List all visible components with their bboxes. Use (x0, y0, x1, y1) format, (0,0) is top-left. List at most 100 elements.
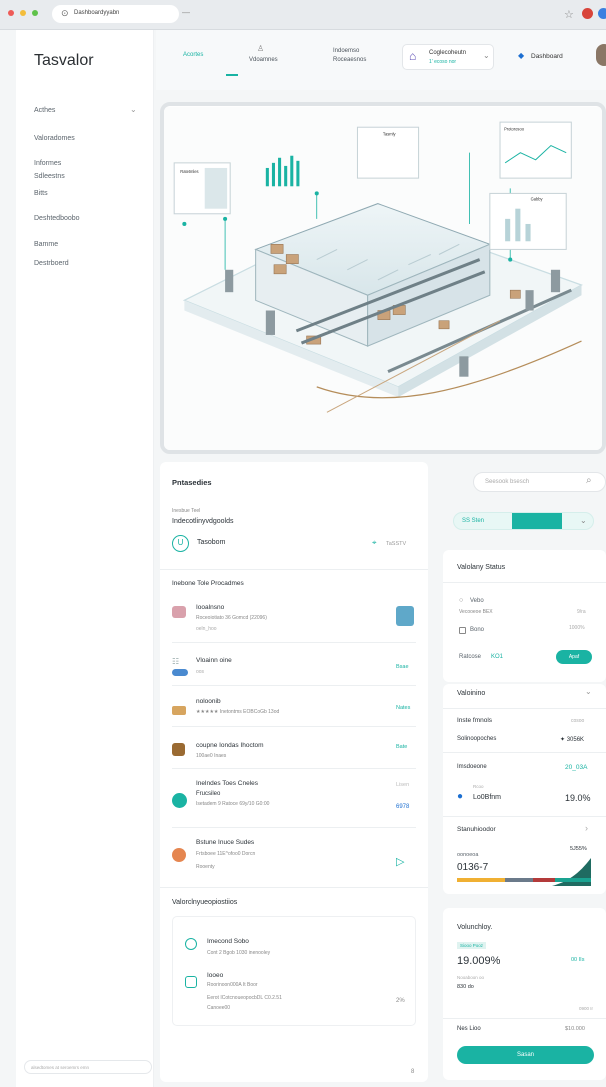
row-title[interactable]: Iooalnsno (196, 604, 224, 611)
meta-1: Nooaboon oo (457, 975, 485, 980)
workspace-title: Coglecoheutn (429, 50, 467, 56)
stats-value: 5J55% (570, 846, 587, 852)
address-bar-text: Dashboardyyabn (74, 10, 120, 16)
profile-icon[interactable] (598, 8, 606, 19)
option-2: Bono (470, 627, 485, 633)
dashboard-button[interactable]: ◆ Dashboard (510, 44, 584, 70)
apply-button[interactable]: Apaf (556, 650, 592, 664)
active-tab-indicator (226, 74, 238, 76)
chevron-down-icon: ⌄ (483, 51, 490, 60)
value-row-label: Inste fmnols (457, 717, 493, 724)
sub-row-line2: Eerot ICotcnoueopocbDL C0.2.51 (207, 995, 282, 1001)
toggle-icon: ☷ (172, 657, 180, 666)
sub-row-value: 2% (396, 998, 405, 1004)
top-navigation: Acortes ♙ Vdoamnes Indoemso Roceaesnos ⌂… (156, 30, 606, 90)
sidebar-item-destrboerd[interactable]: Destrboerd (34, 260, 69, 267)
panel-label-b: Tasmly (383, 131, 397, 136)
address-bar[interactable]: ⊙ Dashboardyyabn (52, 5, 179, 23)
sub-row-title[interactable]: Imecond Sobo (207, 938, 249, 945)
minimize-window-icon[interactable] (20, 10, 26, 16)
bag-icon (172, 743, 185, 756)
chart-icon (185, 976, 197, 988)
box-icon (172, 706, 186, 715)
radio-icon[interactable]: ○ (459, 597, 463, 604)
diamond-icon: ◆ (518, 51, 525, 60)
brand-logo: Tasvalor (34, 52, 94, 69)
meta-2: 830 do (457, 984, 474, 990)
tab-indoemso[interactable]: Indoemso (333, 48, 359, 54)
new-tab[interactable]: — (182, 8, 190, 17)
sidebar-item-sdleestns[interactable]: Sdleestns (34, 173, 65, 180)
row-action-button[interactable] (396, 606, 414, 626)
toggle-switch[interactable] (172, 669, 188, 676)
workspace-icon: ⌂ (409, 49, 417, 63)
sidebar-item-valoradomes[interactable]: Valoradomes (34, 135, 75, 142)
status-select[interactable]: SS Sten ⌄ (453, 512, 594, 530)
panel-title: Pntasedies (172, 478, 212, 487)
maximize-window-icon[interactable] (32, 10, 38, 16)
bookmark-star-icon[interactable]: ☆ (564, 8, 574, 21)
submit-button[interactable]: Sasan (457, 1046, 594, 1064)
row-line1: 100ae0 Inaes (196, 753, 227, 759)
row-line1: Frucsileo (196, 791, 221, 797)
row1-value: 9/ra (577, 609, 586, 615)
chevron-down-icon[interactable]: ⌄ (585, 687, 592, 696)
value-row-label: Imsdoeone (457, 764, 487, 770)
checkbox-icon[interactable] (459, 627, 466, 634)
panel-label-a: Ratetmles (180, 169, 198, 174)
sidebar-item-bitts[interactable]: Bitts (34, 190, 48, 197)
row-line2: Rooenty (196, 864, 215, 870)
row-title[interactable]: noloonib (196, 698, 221, 705)
value-row-value: cosoo (571, 718, 585, 724)
row-action[interactable]: Bate (396, 744, 407, 750)
tab-acortes[interactable]: Acortes (183, 52, 203, 58)
processes-panel: Pntasedies Inesbue Teel Indecotlinyvdgoo… (160, 462, 428, 1082)
panel-label-d: Gabby (531, 197, 544, 202)
sub-row-line1: Roorinoon000A It Boor (207, 982, 258, 988)
chevron-right-icon[interactable]: › (585, 823, 588, 833)
sidebar-item-bamme[interactable]: Bamme (34, 241, 58, 248)
tab-roceaesnos[interactable]: Roceaesnos (333, 57, 366, 63)
extension-icon[interactable] (582, 8, 593, 19)
sidebar-item-acthes[interactable]: Acthes (34, 107, 55, 114)
value-row-value: ✦ 3056K (560, 737, 585, 743)
flower-icon (172, 606, 186, 618)
row-title[interactable]: coupne Iondas Ihoctom (196, 742, 264, 749)
sidebar-item-informes[interactable]: Informes (34, 160, 61, 167)
row-title[interactable]: Inelndes Toes Cneles (196, 780, 258, 787)
values-title: Valoinino (457, 690, 486, 697)
site-info-icon[interactable]: ⊙ (61, 8, 69, 19)
row2-value: 1000% (569, 625, 585, 631)
pin-icon[interactable]: ⌖ (372, 538, 377, 548)
chip-right: TaSSTV (386, 541, 407, 547)
sidebar-footer[interactable]: alsedtomes at seroemrs emn (24, 1060, 152, 1074)
sub-row-line3: Canoee00 (207, 1005, 231, 1011)
stats-sparkline (457, 858, 591, 886)
play-icon[interactable]: ▷ (396, 855, 404, 868)
page-number[interactable]: 8 (411, 1069, 414, 1075)
kpi-code: KO1 (491, 654, 504, 660)
section-title: Valorclnyueopiostiios (172, 899, 238, 906)
sidebar-item-deshtedboobo[interactable]: Deshtedboobo (34, 215, 80, 222)
browser-chrome: ⊙ Dashboardyyabn — ☆ (0, 0, 606, 30)
row-action[interactable]: Bsae (396, 664, 409, 670)
circle-status-icon (172, 793, 187, 808)
volume-big: 19.009% (457, 955, 501, 967)
section-title: Inebone Tole Procadmes (172, 580, 244, 587)
row-action[interactable]: Lisen (396, 782, 409, 788)
row-action[interactable]: Nates (396, 705, 410, 711)
close-window-icon[interactable] (8, 10, 14, 16)
row-title[interactable]: Bstune Inuce Sudes (196, 839, 254, 846)
dashboard-label: Dashboard (531, 53, 563, 60)
status-ring-icon: U (172, 535, 189, 552)
workspace-selector[interactable]: ⌂ Coglecoheutn 1' ecoso nor ⌄ (402, 44, 494, 70)
sub-title: Indecotlinyvdgoolds (172, 518, 234, 525)
total-label: Nes Lioo (457, 1026, 481, 1032)
sub-row-title[interactable]: Iooeo (207, 972, 223, 979)
tab-vdoamnes[interactable]: Vdoamnes (249, 57, 278, 63)
avatar[interactable] (596, 44, 606, 66)
row-title[interactable]: Vloainn oine (196, 657, 232, 664)
chevron-down-icon[interactable]: ⌄ (130, 105, 137, 114)
total-value: $10.000 (565, 1026, 585, 1032)
status-panel: SS Sten ⌄ Valolany Status ○ Vebo Vecooeo… (443, 462, 606, 1082)
